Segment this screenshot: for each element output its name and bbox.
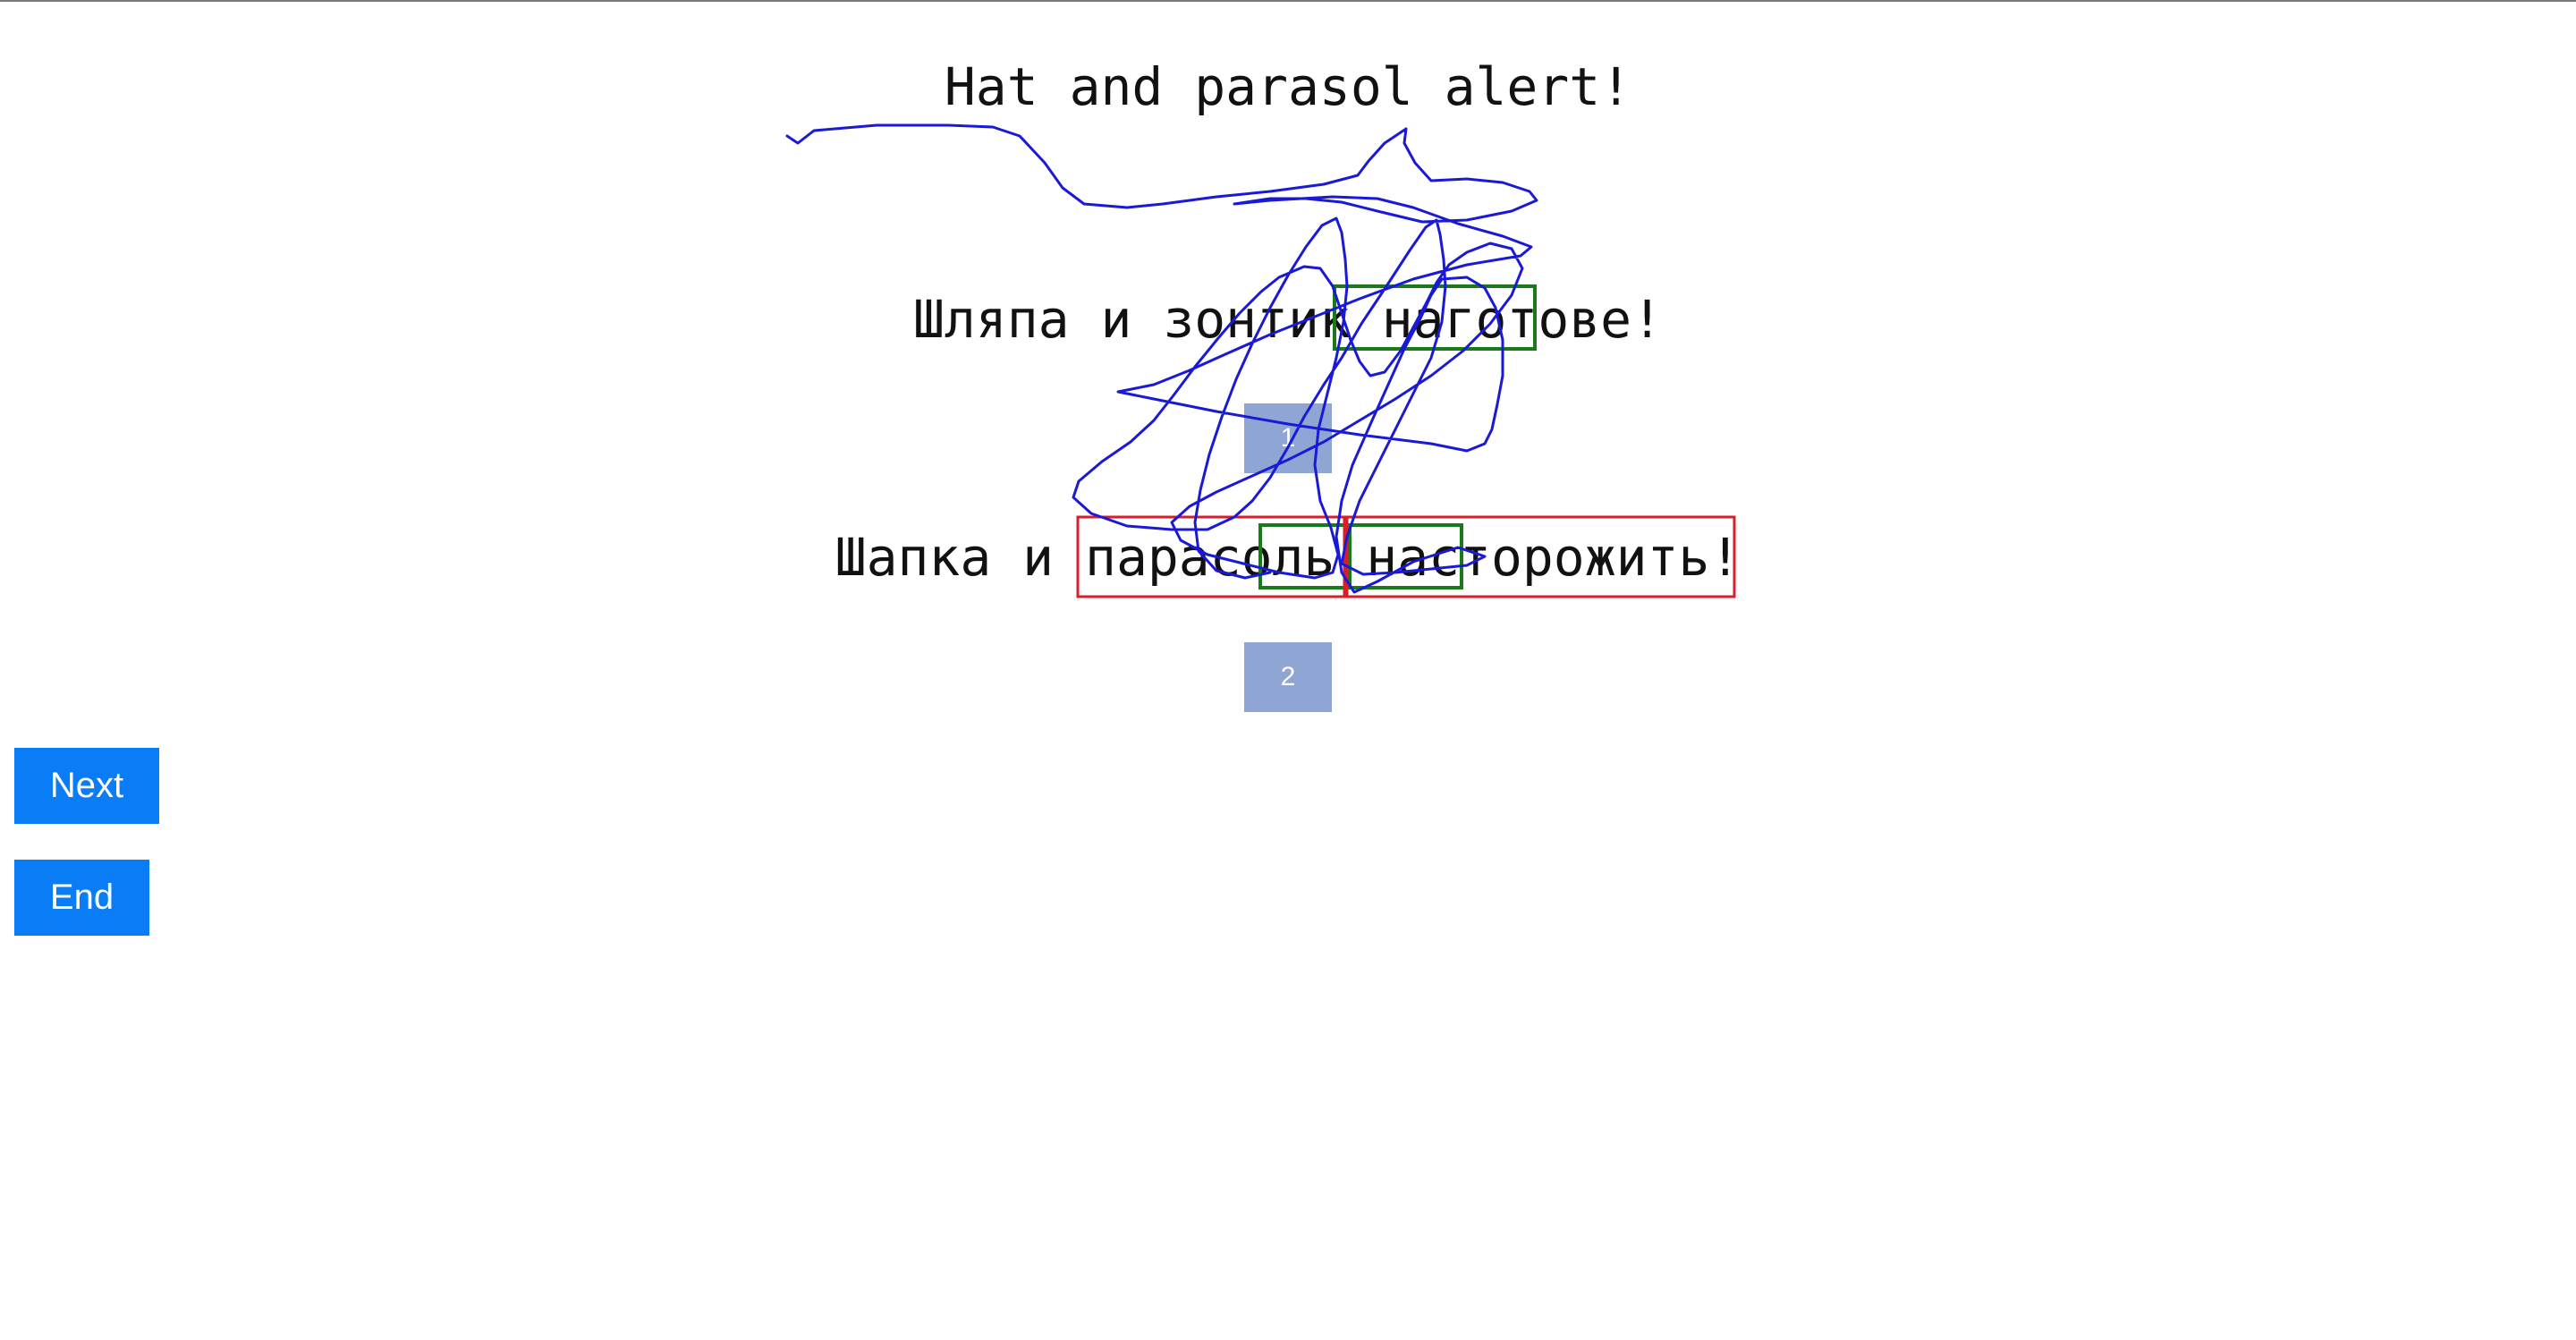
translation-2-badge: 2: [1244, 642, 1332, 712]
translation-2-text: Шапка и парасоль насторожить!: [835, 527, 1741, 588]
freehand-stroke: [785, 123, 1538, 594]
translation-1-badge: 1: [1244, 403, 1332, 473]
source-sentence: Hat and parasol alert!: [944, 56, 1632, 117]
translation-1-text: Шляпа и зонтик наготове!: [912, 289, 1664, 350]
top-border: [0, 0, 2576, 2]
end-button[interactable]: End: [14, 860, 149, 936]
next-button[interactable]: Next: [14, 748, 159, 824]
